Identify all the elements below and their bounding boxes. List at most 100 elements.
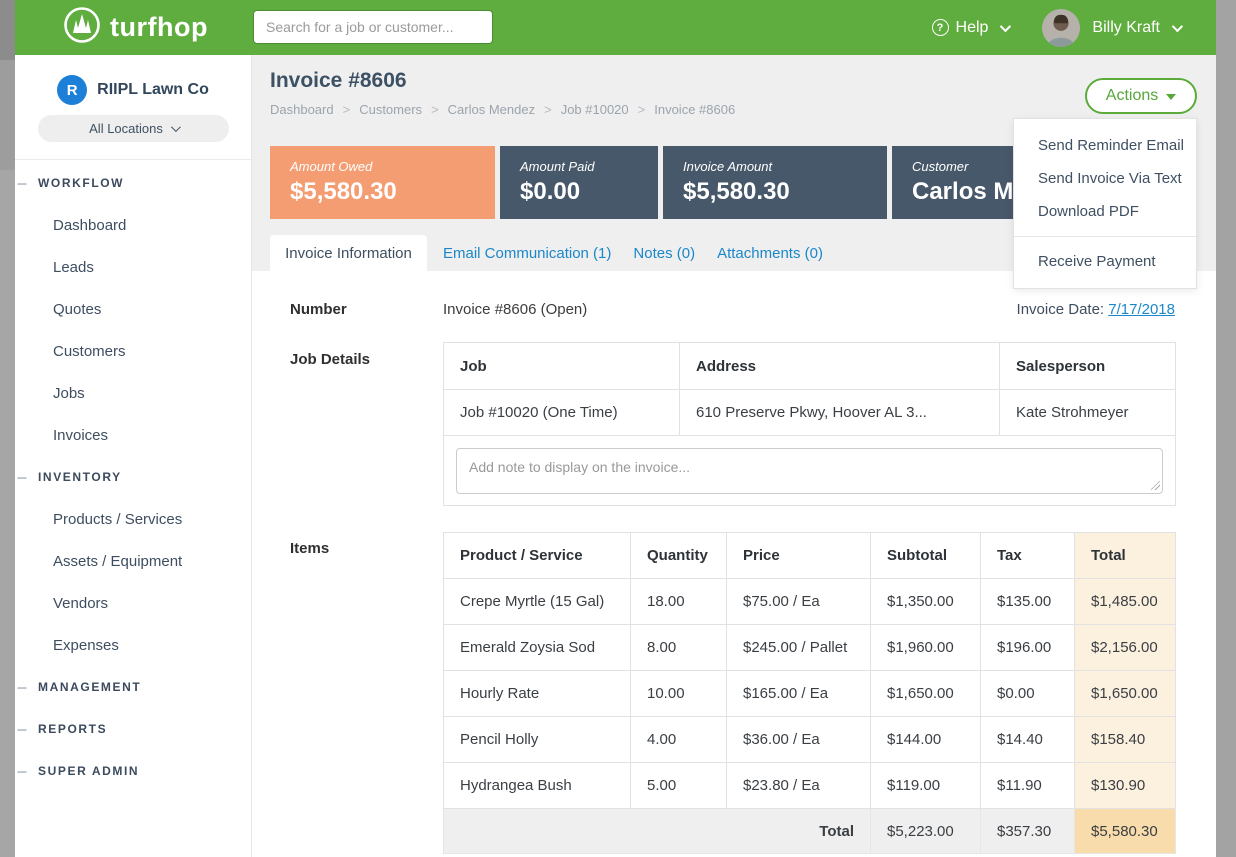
item-subtotal: $1,350.00 — [871, 579, 981, 625]
breadcrumb-invoice[interactable]: Invoice #8606 — [629, 102, 736, 117]
menu-item-send-reminder-email[interactable]: Send Reminder Email — [1014, 129, 1196, 162]
item-price: $165.00 / Ea — [727, 671, 871, 717]
items-total-row: Total $5,223.00 $357.30 $5,580.30 — [444, 809, 1176, 854]
nav-section-label: WORKFLOW — [38, 176, 124, 190]
items-total-subtotal: $5,223.00 — [871, 809, 981, 854]
job-col-header: Job — [444, 343, 680, 390]
items-total-label: Total — [444, 809, 871, 854]
address-cell: 610 Preserve Pkwy, Hoover AL 3... — [680, 390, 1000, 436]
item-total: $1,485.00 — [1075, 579, 1176, 625]
invoice-date-label: Invoice Date: — [1017, 301, 1105, 318]
tax-col-header: Tax — [981, 533, 1075, 579]
quantity-col-header: Quantity — [631, 533, 727, 579]
items-label: Items — [290, 540, 329, 557]
sidebar-nav: --- WORKFLOW Dashboard Leads Quotes Cust… — [15, 160, 251, 792]
breadcrumb-job[interactable]: Job #10020 — [535, 102, 629, 117]
section-dashes-icon: --- — [15, 470, 38, 484]
nav-section-management[interactable]: --- MANAGEMENT — [15, 666, 251, 708]
invoice-note-row — [444, 436, 1176, 506]
stat-amount-owed: Amount Owed $5,580.30 — [270, 146, 495, 219]
salesperson-cell: Kate Strohmeyer — [1000, 390, 1176, 436]
job-details-table: Job Address Salesperson Job #10020 (One … — [443, 342, 1176, 506]
sidebar-item-vendors[interactable]: Vendors — [15, 582, 251, 624]
salesperson-col-header: Salesperson — [1000, 343, 1176, 390]
brand-name: turfhop — [110, 12, 208, 43]
items-header-row: Product / Service Quantity Price Subtota… — [444, 533, 1176, 579]
sidebar-item-products-services[interactable]: Products / Services — [15, 498, 251, 540]
item-product: Pencil Holly — [444, 717, 631, 763]
chevron-down-icon[interactable] — [1172, 20, 1183, 31]
stat-value: $5,580.30 — [683, 178, 867, 206]
items-grand-total: $5,580.30 — [1075, 809, 1176, 854]
item-price: $75.00 / Ea — [727, 579, 871, 625]
caret-down-icon — [1166, 94, 1176, 100]
invoice-date: Invoice Date: 7/17/2018 — [1017, 301, 1175, 318]
item-quantity: 8.00 — [631, 625, 727, 671]
company-header[interactable]: R RIIPL Lawn Co — [15, 75, 251, 105]
sidebar-item-invoices[interactable]: Invoices — [15, 414, 251, 456]
menu-item-receive-payment[interactable]: Receive Payment — [1014, 245, 1196, 278]
sidebar-item-quotes[interactable]: Quotes — [15, 288, 251, 330]
location-selector[interactable]: All Locations — [38, 115, 229, 142]
job-table-row: Job #10020 (One Time) 610 Preserve Pkwy,… — [444, 390, 1176, 436]
tab-email-communication[interactable]: Email Communication (1) — [443, 245, 611, 262]
menu-item-send-invoice-via-text[interactable]: Send Invoice Via Text — [1014, 162, 1196, 195]
item-total: $130.90 — [1075, 763, 1176, 809]
sidebar-item-dashboard[interactable]: Dashboard — [15, 204, 251, 246]
sidebar-item-leads[interactable]: Leads — [15, 246, 251, 288]
nav-section-inventory[interactable]: --- INVENTORY — [15, 456, 251, 498]
menu-item-download-pdf[interactable]: Download PDF — [1014, 195, 1196, 228]
stat-amount-paid: Amount Paid $0.00 — [500, 146, 658, 219]
item-row: Emerald Zoysia Sod 8.00 $245.00 / Pallet… — [444, 625, 1176, 671]
item-total: $1,650.00 — [1075, 671, 1176, 717]
tab-invoice-information[interactable]: Invoice Information — [270, 235, 427, 271]
sidebar-item-customers[interactable]: Customers — [15, 330, 251, 372]
section-dashes-icon: --- — [15, 764, 38, 778]
chevron-down-icon[interactable] — [1000, 20, 1011, 31]
search-input[interactable] — [253, 10, 493, 44]
sidebar-item-assets-equipment[interactable]: Assets / Equipment — [15, 540, 251, 582]
nav-section-super-admin[interactable]: --- SUPER ADMIN — [15, 750, 251, 792]
breadcrumb-customers[interactable]: Customers — [334, 102, 422, 117]
nav-section-label: SUPER ADMIN — [38, 764, 139, 778]
stat-label: Amount Paid — [520, 159, 638, 174]
sidebar-item-jobs[interactable]: Jobs — [15, 372, 251, 414]
item-tax: $135.00 — [981, 579, 1075, 625]
tab-attachments[interactable]: Attachments (0) — [717, 245, 823, 262]
breadcrumb-dashboard[interactable]: Dashboard — [270, 102, 334, 117]
grass-logo-icon — [63, 6, 101, 49]
sidebar-company-block: R RIIPL Lawn Co All Locations — [15, 55, 251, 160]
sidebar-item-expenses[interactable]: Expenses — [15, 624, 251, 666]
section-dashes-icon: --- — [15, 176, 38, 190]
total-col-header: Total — [1075, 533, 1176, 579]
item-quantity: 5.00 — [631, 763, 727, 809]
invoice-note-input[interactable] — [456, 448, 1163, 494]
actions-button[interactable]: Actions — [1085, 78, 1197, 114]
item-quantity: 18.00 — [631, 579, 727, 625]
user-menu[interactable]: Billy Kraft — [1092, 19, 1160, 37]
item-price: $23.80 / Ea — [727, 763, 871, 809]
company-name: RIIPL Lawn Co — [97, 81, 209, 99]
item-row: Crepe Myrtle (15 Gal) 18.00 $75.00 / Ea … — [444, 579, 1176, 625]
item-row: Hydrangea Bush 5.00 $23.80 / Ea $119.00 … — [444, 763, 1176, 809]
app-window: turfhop ? Help Billy Kraft R — [15, 0, 1216, 857]
user-avatar[interactable] — [1042, 9, 1080, 47]
tab-notes[interactable]: Notes (0) — [633, 245, 695, 262]
job-cell[interactable]: Job #10020 (One Time) — [444, 390, 680, 436]
chevron-down-icon — [171, 122, 181, 132]
menu-divider — [1014, 236, 1196, 237]
help-menu[interactable]: Help — [956, 19, 989, 37]
item-total: $2,156.00 — [1075, 625, 1176, 671]
item-tax: $11.90 — [981, 763, 1075, 809]
breadcrumb: Dashboard Customers Carlos Mendez Job #1… — [270, 102, 735, 117]
tab-bar: Invoice Information Email Communication … — [270, 235, 823, 271]
brand-logo[interactable]: turfhop — [63, 0, 208, 55]
nav-section-workflow[interactable]: --- WORKFLOW — [15, 162, 251, 204]
invoice-date-link[interactable]: 7/17/2018 — [1108, 301, 1175, 318]
main-content: Invoice #8606 Dashboard Customers Carlos… — [252, 55, 1216, 857]
item-product: Hydrangea Bush — [444, 763, 631, 809]
item-subtotal: $119.00 — [871, 763, 981, 809]
page-title: Invoice #8606 — [270, 69, 407, 93]
nav-section-reports[interactable]: --- REPORTS — [15, 708, 251, 750]
breadcrumb-customer-name[interactable]: Carlos Mendez — [422, 102, 535, 117]
